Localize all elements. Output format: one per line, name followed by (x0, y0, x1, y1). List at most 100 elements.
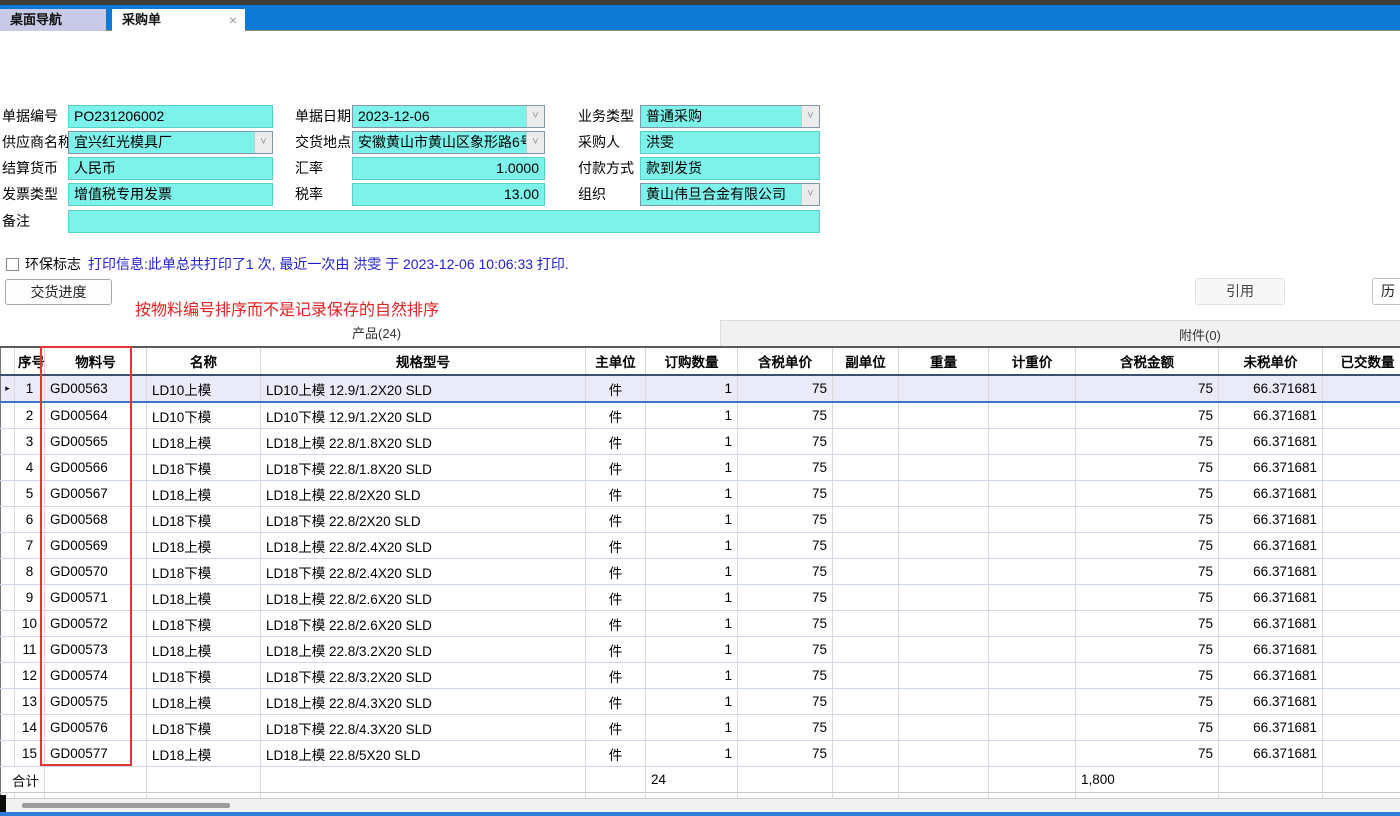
cell (899, 689, 989, 715)
cell (989, 689, 1076, 715)
column-header[interactable]: 序号 (15, 347, 45, 375)
cell (586, 767, 646, 793)
row-selector[interactable] (1, 507, 15, 533)
cell: 75 (738, 507, 833, 533)
table-row[interactable]: 6GD00568LD18下模LD18下模 22.8/2X20 SLD件17575… (1, 507, 1400, 533)
chevron-down-icon[interactable]: ˅ (526, 132, 544, 153)
cell (1323, 663, 1400, 689)
row-selector[interactable] (1, 429, 15, 455)
close-icon[interactable]: × (229, 9, 237, 31)
row-selector[interactable] (1, 611, 15, 637)
column-header[interactable]: 未税单价 (1219, 347, 1323, 375)
cell: 件 (586, 455, 646, 481)
tax-rate-field[interactable]: 13.00 (352, 183, 545, 206)
column-header[interactable]: 规格型号 (261, 347, 586, 375)
row-selector[interactable] (1, 637, 15, 663)
tab-desktop-nav[interactable]: 桌面导航 (0, 9, 106, 31)
purchaser-field[interactable]: 洪雯 (640, 131, 820, 154)
business-type-combo[interactable]: 普通采购˅ (640, 105, 820, 128)
invoice-type-field[interactable]: 增值税专用发票 (68, 183, 273, 206)
column-header[interactable]: 主单位 (586, 347, 646, 375)
horizontal-scrollbar-thumb[interactable] (22, 803, 230, 808)
remark-label: 备注 (2, 210, 30, 233)
column-header[interactable]: 物料号 (45, 347, 147, 375)
doc-date-value: 2023-12-06 (358, 108, 430, 124)
eco-label-checkbox[interactable] (6, 258, 19, 271)
tab-products[interactable]: 产品(24) (0, 318, 720, 346)
doc-no-field[interactable]: PO231206002 (68, 105, 273, 128)
table-row[interactable]: 4GD00566LD18下模LD18下模 22.8/1.8X20 SLD件175… (1, 455, 1400, 481)
chevron-down-icon[interactable]: ˅ (801, 184, 819, 205)
column-header[interactable]: 重量 (899, 347, 989, 375)
row-selector[interactable] (1, 689, 15, 715)
delivery-place-combo[interactable]: 安徽黄山市黄山区象形路6号˅ (352, 131, 545, 154)
chevron-down-icon[interactable]: ˅ (254, 132, 272, 153)
row-selector[interactable] (1, 663, 15, 689)
table-row[interactable]: 12GD00574LD18下模LD18下模 22.8/3.2X20 SLD件17… (1, 663, 1400, 689)
table-row[interactable]: 5GD00567LD18上模LD18上模 22.8/2X20 SLD件17575… (1, 481, 1400, 507)
cell (989, 663, 1076, 689)
tab-purchase-order[interactable]: 采购单 × (112, 9, 245, 31)
cell: LD18下模 (147, 455, 261, 481)
history-button[interactable]: 历 (1372, 278, 1400, 305)
table-row[interactable]: 7GD00569LD18上模LD18上模 22.8/2.4X20 SLD件175… (1, 533, 1400, 559)
cell: 1 (646, 533, 738, 559)
product-table: 序号物料号名称规格型号主单位订购数量含税单价副单位重量计重价含税金额未税单价已交… (0, 346, 1400, 804)
eco-label-text: 环保标志 (25, 255, 81, 273)
row-selector[interactable] (1, 402, 15, 429)
table-row[interactable]: 15GD00577LD18上模LD18上模 22.8/5X20 SLD件1757… (1, 741, 1400, 767)
cell: GD00571 (45, 585, 147, 611)
reference-button[interactable]: 引用 (1195, 278, 1285, 305)
row-selector[interactable] (1, 715, 15, 741)
organization-label: 组织 (578, 183, 606, 206)
total-qty: 24 (646, 767, 738, 793)
table-row[interactable]: 11GD00573LD18上模LD18上模 22.8/3.2X20 SLD件17… (1, 637, 1400, 663)
row-selector[interactable] (1, 533, 15, 559)
table-row[interactable]: 9GD00571LD18上模LD18上模 22.8/2.6X20 SLD件175… (1, 585, 1400, 611)
chevron-down-icon[interactable]: ˅ (801, 106, 819, 127)
cell: LD18下模 22.8/3.2X20 SLD (261, 663, 586, 689)
table-row[interactable]: 14GD00576LD18下模LD18下模 22.8/4.3X20 SLD件17… (1, 715, 1400, 741)
table-row[interactable]: 2GD00564LD10下模LD10下模 12.9/1.2X20 SLD件175… (1, 402, 1400, 429)
tab-attachments[interactable]: 附件(0) (720, 320, 1400, 346)
cell: LD18上模 22.8/3.2X20 SLD (261, 637, 586, 663)
column-header[interactable]: 订购数量 (646, 347, 738, 375)
payment-method-field[interactable]: 款到发货 (640, 157, 820, 180)
cell: 75 (1076, 533, 1219, 559)
organization-combo[interactable]: 黄山伟旦合金有限公司˅ (640, 183, 820, 206)
chevron-down-icon[interactable]: ˅ (526, 106, 544, 127)
table-row[interactable]: 3GD00565LD18上模LD18上模 22.8/1.8X20 SLD件175… (1, 429, 1400, 455)
cell: 件 (586, 663, 646, 689)
row-selector[interactable] (1, 481, 15, 507)
row-selector-arrow[interactable]: ▸ (1, 375, 15, 402)
currency-field[interactable]: 人民币 (68, 157, 273, 180)
table-row[interactable]: ▸1GD00563LD10上模LD10上模 12.9/1.2X20 SLD件17… (1, 375, 1400, 402)
delivery-progress-button[interactable]: 交货进度 (5, 279, 112, 305)
exchange-rate-field[interactable]: 1.0000 (352, 157, 545, 180)
cell: 75 (738, 481, 833, 507)
column-header[interactable]: 计重价 (989, 347, 1076, 375)
row-selector[interactable] (1, 559, 15, 585)
doc-date-combo[interactable]: 2023-12-06 ˅ (352, 105, 545, 128)
purchaser-label: 采购人 (578, 131, 620, 154)
cell: LD10上模 (147, 375, 261, 402)
column-header[interactable]: 含税单价 (738, 347, 833, 375)
row-selector[interactable] (1, 741, 15, 767)
product-table-header-row: 序号物料号名称规格型号主单位订购数量含税单价副单位重量计重价含税金额未税单价已交… (1, 347, 1400, 375)
row-selector[interactable] (1, 455, 15, 481)
column-header[interactable]: 含税金额 (1076, 347, 1219, 375)
cell: GD00573 (45, 637, 147, 663)
table-row[interactable]: 10GD00572LD18下模LD18下模 22.8/2.6X20 SLD件17… (1, 611, 1400, 637)
cell (833, 402, 899, 429)
supplier-combo[interactable]: 宜兴红光模具厂˅ (68, 131, 273, 154)
cell: 14 (15, 715, 45, 741)
row-selector[interactable] (1, 585, 15, 611)
column-header[interactable]: 已交数量 (1323, 347, 1400, 375)
remark-field[interactable] (68, 210, 820, 233)
cell: 75 (1076, 585, 1219, 611)
cell: LD18上模 22.8/2.6X20 SLD (261, 585, 586, 611)
table-row[interactable]: 13GD00575LD18上模LD18上模 22.8/4.3X20 SLD件17… (1, 689, 1400, 715)
column-header[interactable]: 名称 (147, 347, 261, 375)
column-header[interactable]: 副单位 (833, 347, 899, 375)
table-row[interactable]: 8GD00570LD18下模LD18下模 22.8/2.4X20 SLD件175… (1, 559, 1400, 585)
